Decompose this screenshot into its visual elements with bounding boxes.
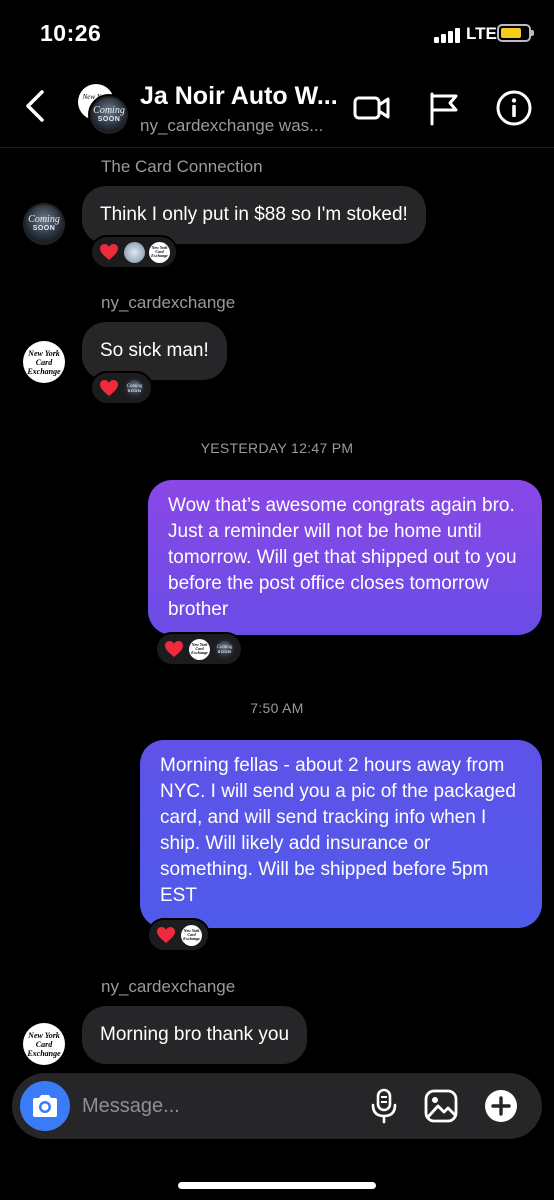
coming-soon-avatar[interactable]: Coming SOON	[23, 203, 65, 245]
message-sender: ny_cardexchange	[101, 293, 236, 312]
timestamp: YESTERDAY 12:47 PM	[200, 440, 354, 456]
message-sender: ny_cardexchange	[101, 977, 236, 996]
network-label: LTE	[466, 24, 497, 43]
message-reactions[interactable]: New York Card Exchange	[90, 235, 178, 269]
chat-header: New York Coming SOON Ja Noir Auto W... n…	[0, 70, 554, 148]
video-call-icon	[353, 96, 390, 120]
flag-icon	[430, 92, 458, 126]
gallery-button[interactable]	[421, 1086, 461, 1126]
coming-soon-avatar: Coming SOON	[124, 377, 145, 399]
outgoing-message[interactable]: Wow that’s awesome congrats again bro. J…	[148, 480, 542, 635]
incoming-message[interactable]: Morning bro thank you	[82, 1006, 308, 1064]
battery-icon	[497, 24, 534, 42]
gallery-icon	[424, 1089, 458, 1123]
camera-icon	[33, 1095, 57, 1117]
back-chevron-icon	[26, 90, 44, 122]
card-connection-avatar	[124, 241, 145, 263]
heart-reaction-icon	[155, 924, 177, 946]
heart-reaction-icon	[98, 377, 120, 399]
chat-title[interactable]: Ja Noir Auto W...	[140, 82, 338, 111]
status-bar: 10:26 LTE	[0, 0, 554, 70]
nyce-avatar: New York Card Exchange	[189, 638, 210, 660]
microphone-icon	[371, 1088, 397, 1124]
back-button[interactable]	[16, 84, 56, 128]
camera-button[interactable]	[20, 1081, 70, 1131]
signal-icon	[434, 27, 462, 43]
chat-subtitle: ny_cardexchange was...	[140, 116, 324, 135]
heart-reaction-icon	[98, 241, 120, 263]
nyce-avatar[interactable]: New York Card Exchange	[23, 1023, 65, 1065]
message-reactions[interactable]: New York Card Exchange Coming SOON	[155, 632, 243, 666]
heart-reaction-icon	[163, 638, 185, 660]
timestamp: 7:50 AM	[250, 700, 304, 716]
info-button[interactable]	[494, 88, 534, 128]
microphone-button[interactable]	[364, 1086, 404, 1126]
info-icon	[496, 90, 532, 126]
message-sender: The Card Connection	[101, 157, 263, 176]
plus-icon	[485, 1090, 517, 1122]
status-time: 10:26	[40, 20, 102, 46]
nyce-avatar[interactable]: New York Card Exchange	[23, 341, 65, 383]
video-call-button[interactable]	[352, 88, 392, 128]
message-reactions[interactable]: New York Card Exchange	[147, 918, 210, 952]
add-button[interactable]	[481, 1086, 521, 1126]
home-indicator[interactable]	[178, 1182, 376, 1189]
group-avatar[interactable]: New York Coming SOON	[78, 84, 132, 138]
nyce-avatar: New York Card Exchange	[181, 924, 202, 946]
nyce-avatar: New York Card Exchange	[149, 241, 170, 263]
flag-button[interactable]	[424, 88, 464, 128]
coming-soon-avatar: Coming SOON	[88, 94, 130, 136]
message-reactions[interactable]: Coming SOON	[90, 371, 153, 405]
coming-soon-avatar: Coming SOON	[214, 638, 235, 660]
message-composer	[12, 1073, 542, 1139]
message-input[interactable]	[82, 1091, 352, 1121]
outgoing-message[interactable]: Morning fellas - about 2 hours away from…	[140, 740, 542, 928]
